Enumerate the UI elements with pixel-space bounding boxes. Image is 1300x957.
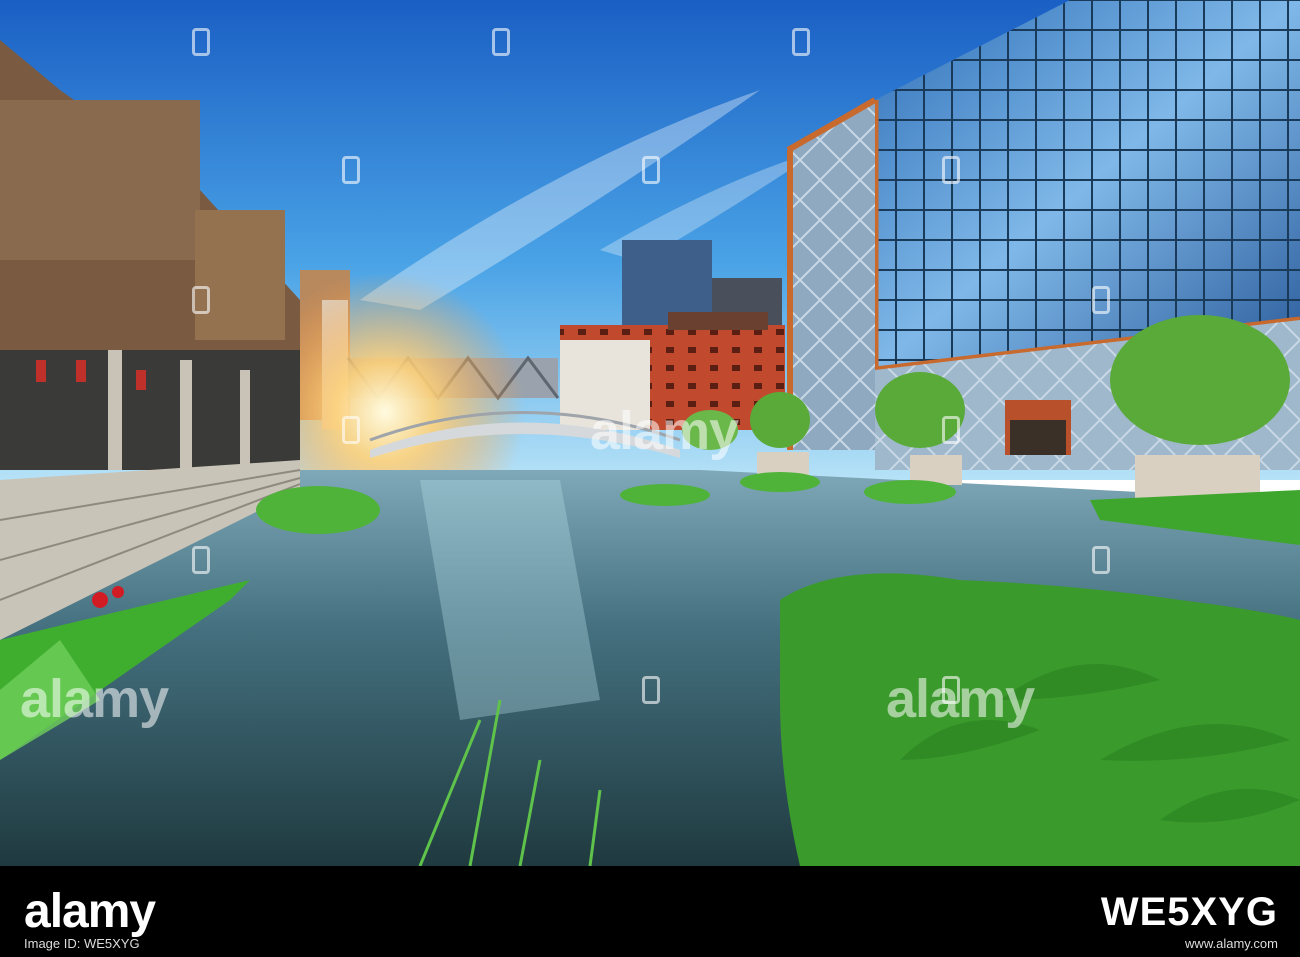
watermark-icon [192, 546, 210, 574]
watermark-icon [492, 28, 510, 56]
floating-island [740, 472, 820, 492]
watermark-icon [192, 286, 210, 314]
wooden-building-upper [195, 210, 285, 340]
watermark-icon [342, 416, 360, 444]
floating-island [620, 484, 710, 506]
watermark-icon [792, 28, 810, 56]
alamy-logo[interactable]: alamy [24, 884, 156, 939]
alamy-footer-bar: alamy Image ID: WE5XYG WE5XYG www.alamy.… [0, 866, 1300, 957]
floating-island [256, 486, 380, 534]
watermark-text: alamy [590, 401, 739, 461]
floating-island [864, 480, 956, 504]
watermark-icon [642, 676, 660, 704]
watermark-icon [192, 28, 210, 56]
watermark-icon [1092, 286, 1110, 314]
wooden-building-upper [0, 100, 200, 260]
site-url[interactable]: www.alamy.com [1185, 936, 1278, 951]
tree [1110, 315, 1290, 445]
red-flowers [92, 592, 108, 608]
watermark-icon [642, 156, 660, 184]
tree [750, 392, 810, 448]
image-id-label: Image ID: WE5XYG [24, 936, 140, 951]
watermark-text: alamy [886, 669, 1035, 729]
foreground-plants [780, 573, 1300, 866]
watermark-icon [342, 156, 360, 184]
red-flowers [112, 586, 124, 598]
watermark-icon [1092, 546, 1110, 574]
image-code: WE5XYG [1100, 890, 1278, 934]
brick-building-roof [668, 312, 768, 330]
alamy-logo-text: alamy [24, 885, 156, 938]
watermark-icon [942, 156, 960, 184]
watermark-icon [942, 416, 960, 444]
diagonal-facade-pattern [788, 100, 875, 450]
photo-scene: alamy alamy alamy [0, 0, 1300, 866]
watermark-text: alamy [20, 669, 169, 729]
entrance-door [1010, 420, 1066, 455]
